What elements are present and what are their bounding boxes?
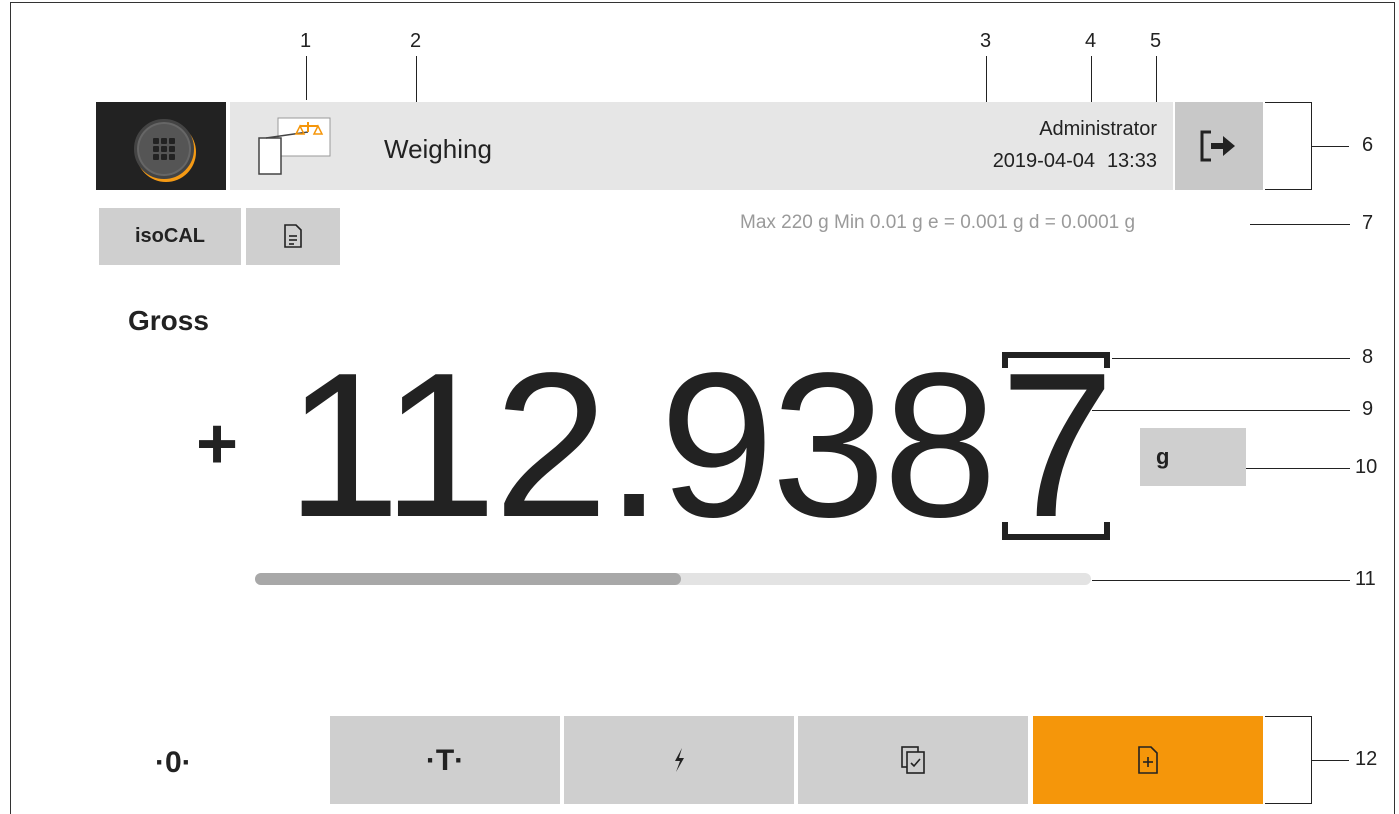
leader-12 [1311,760,1349,761]
weighing-app-icon [258,117,331,175]
tare-button[interactable]: ·T· [330,716,560,804]
time-display: 13:33 [1106,150,1157,172]
callout-9: 9 [1362,398,1374,420]
digit-bracket-bottom-left [1002,522,1008,540]
copy-check-button[interactable] [798,716,1028,804]
weight-mode-label: Gross [128,305,209,336]
document-icon [284,224,302,248]
document-button[interactable] [246,208,340,265]
zero-button[interactable]: ·0· [155,746,192,780]
flash-icon [675,748,684,772]
apps-menu-button[interactable] [96,102,226,190]
balance-specs: Max 220 g Min 0.01 g e = 0.001 g d = 0.0… [740,212,1136,233]
digit-bracket-top-left [1002,352,1008,368]
bracket-12-bottom [1265,803,1311,804]
digit-bracket-top-right [1104,352,1110,368]
weight-sign: + [196,404,239,484]
callout-2: 2 [410,30,422,52]
callout-4: 4 [1085,30,1097,52]
leader-9 [1092,410,1350,411]
apps-grid-icon [134,119,194,179]
add-document-button[interactable] [1033,716,1263,804]
user-name: Administrator [1039,118,1157,140]
header-bar: Weighing Administrator 2019-04-04 13:33 [230,102,1173,190]
callout-8: 8 [1362,346,1374,368]
copy-check-icon [901,746,925,774]
add-document-icon [1138,746,1158,774]
callout-5: 5 [1150,30,1162,52]
capacity-bar [255,573,1091,585]
leader-8 [1112,358,1350,359]
tare-label: ·T· [425,744,465,777]
digit-bracket-top [1002,352,1110,358]
leader-1 [306,56,307,100]
logout-button[interactable] [1175,102,1263,190]
digit-bracket-bottom-right [1104,522,1110,540]
leader-7 [1250,224,1350,225]
leader-11 [1092,580,1350,581]
logout-icon [1200,130,1235,162]
bracket-6-top [1265,102,1311,103]
callout-1: 1 [300,30,312,52]
date-display: 2019-04-04 [992,150,1095,172]
leader-6 [1311,146,1349,147]
bracket-12-top [1265,716,1311,717]
weight-last-digit: 7 [1000,330,1115,560]
app-title: Weighing [384,134,492,164]
weight-value: 112.938 [286,330,997,560]
flash-button[interactable] [564,716,794,804]
bracket-6-bottom [1265,189,1311,190]
capacity-bar-fill [255,573,682,585]
callout-3: 3 [980,30,992,52]
callout-7: 7 [1362,212,1374,234]
isocal-button[interactable]: isoCAL [99,208,241,265]
digit-bracket-bottom [1002,534,1110,540]
callout-6: 6 [1362,134,1374,156]
unit-button[interactable]: g [1140,428,1246,486]
callout-11: 11 [1355,568,1376,590]
callout-12: 12 [1355,748,1378,770]
callout-10: 10 [1355,456,1378,478]
